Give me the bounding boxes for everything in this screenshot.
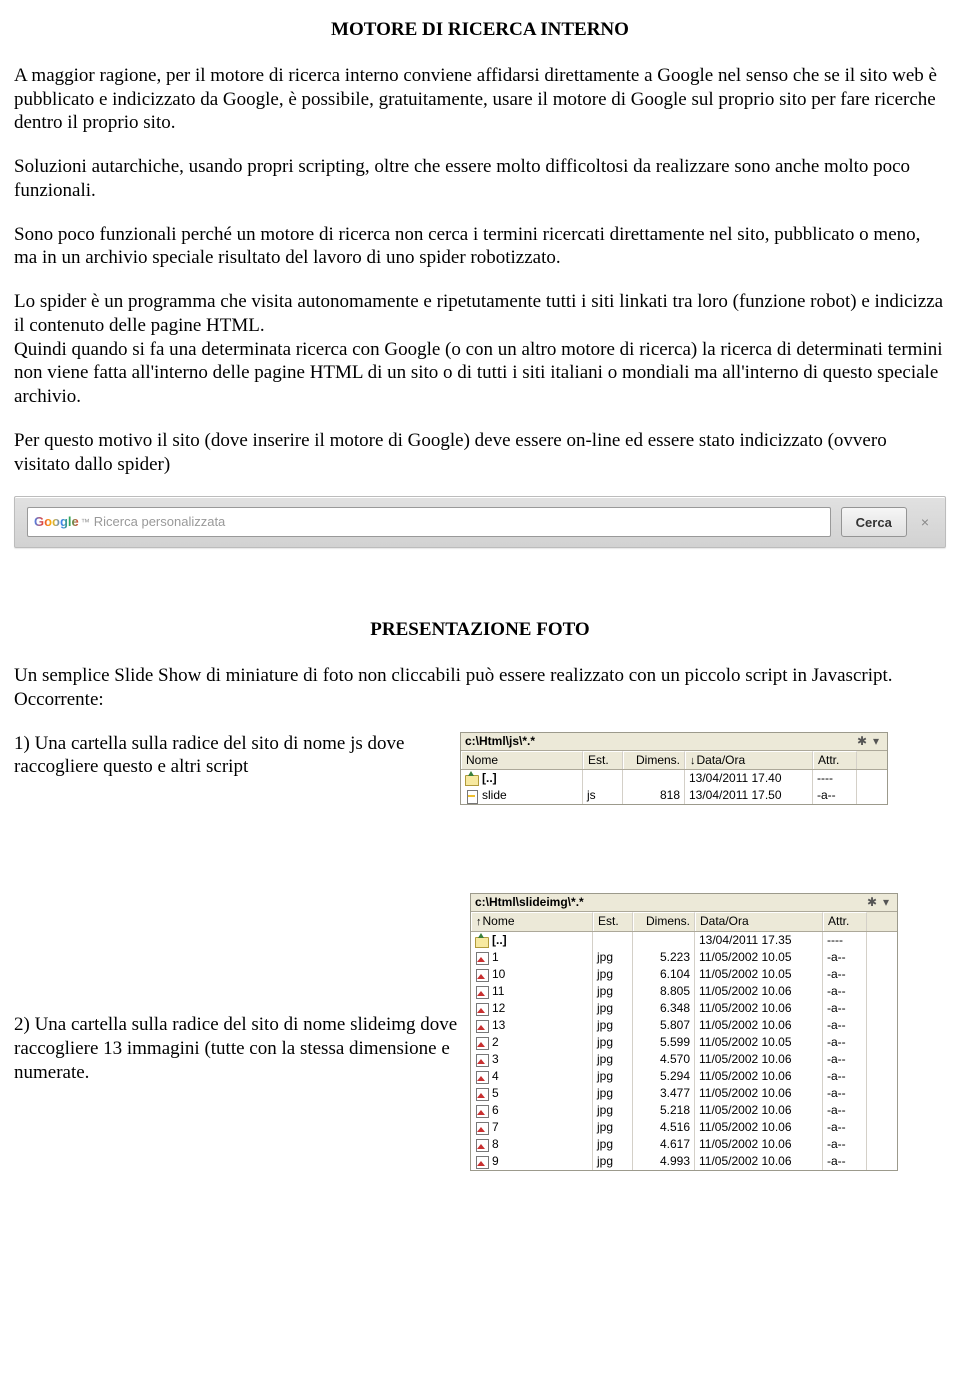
file-row[interactable]: 1jpg5.22311/05/2002 10.05-a-- bbox=[471, 949, 897, 966]
google-trademark: ™ bbox=[81, 517, 90, 528]
list-step-1: 1) Una cartella sulla radice del sito di… bbox=[14, 732, 460, 780]
dropdown-icon[interactable]: ▾ bbox=[879, 895, 893, 910]
google-search-bar: Google ™ Ricerca personalizzata Cerca × bbox=[14, 496, 946, 548]
file-row[interactable]: 8jpg4.61711/05/2002 10.06-a-- bbox=[471, 1136, 897, 1153]
file-icon bbox=[475, 1105, 490, 1117]
file-row[interactable]: 12jpg6.34811/05/2002 10.06-a-- bbox=[471, 1000, 897, 1017]
star-icon[interactable]: ✱ bbox=[865, 895, 879, 910]
col-header-date[interactable]: Data/Ora bbox=[685, 751, 813, 770]
file-row[interactable]: 9jpg4.99311/05/2002 10.06-a-- bbox=[471, 1153, 897, 1170]
file-icon bbox=[475, 1139, 490, 1151]
file-row[interactable]: 11jpg8.80511/05/2002 10.06-a-- bbox=[471, 983, 897, 1000]
file-icon bbox=[475, 1020, 490, 1032]
col-header-attr[interactable]: Attr. bbox=[823, 912, 867, 931]
file-icon bbox=[475, 1071, 490, 1083]
paragraph: Lo spider è un programma che visita auto… bbox=[14, 290, 946, 409]
file-icon bbox=[475, 1122, 490, 1134]
col-header-ext[interactable]: Est. bbox=[583, 751, 623, 770]
file-manager-body: [..]13/04/2011 17.40----slidejs81813/04/… bbox=[461, 770, 887, 804]
col-header-name[interactable]: Nome bbox=[461, 751, 583, 770]
file-manager-slideimg: c:\Html\slideimg\*.* ✱ ▾ Nome Est. Dimen… bbox=[470, 893, 898, 1171]
file-row[interactable]: 4jpg5.29411/05/2002 10.06-a-- bbox=[471, 1068, 897, 1085]
paragraph: A maggior ragione, per il motore di rice… bbox=[14, 64, 946, 135]
heading-motore: MOTORE DI RICERCA INTERNO bbox=[14, 18, 946, 42]
col-header-size[interactable]: Dimens. bbox=[633, 912, 695, 931]
close-icon[interactable]: × bbox=[917, 514, 933, 532]
file-icon bbox=[475, 1156, 490, 1168]
file-row[interactable]: 5jpg3.47711/05/2002 10.06-a-- bbox=[471, 1085, 897, 1102]
file-row[interactable]: 2jpg5.59911/05/2002 10.05-a-- bbox=[471, 1034, 897, 1051]
list-step-2: 2) Una cartella sulla radice del sito di… bbox=[14, 893, 470, 1084]
col-header-size[interactable]: Dimens. bbox=[623, 751, 685, 770]
file-row[interactable]: 6jpg5.21811/05/2002 10.06-a-- bbox=[471, 1102, 897, 1119]
search-placeholder: Ricerca personalizzata bbox=[94, 514, 226, 530]
file-row[interactable]: 3jpg4.57011/05/2002 10.06-a-- bbox=[471, 1051, 897, 1068]
paragraph: Soluzioni autarchiche, usando propri scr… bbox=[14, 155, 946, 203]
file-icon bbox=[475, 1054, 490, 1066]
file-row[interactable]: 13jpg5.80711/05/2002 10.06-a-- bbox=[471, 1017, 897, 1034]
search-input[interactable]: Google ™ Ricerca personalizzata bbox=[27, 507, 831, 537]
file-row[interactable]: [..]13/04/2011 17.40---- bbox=[461, 770, 887, 787]
dropdown-icon[interactable]: ▾ bbox=[869, 734, 883, 749]
file-icon bbox=[475, 969, 490, 981]
file-row[interactable]: 10jpg6.10411/05/2002 10.05-a-- bbox=[471, 966, 897, 983]
file-manager-js: c:\Html\js\*.* ✱ ▾ Nome Est. Dimens. Dat… bbox=[460, 732, 888, 806]
col-header-ext[interactable]: Est. bbox=[593, 912, 633, 931]
col-header-date[interactable]: Data/Ora bbox=[695, 912, 823, 931]
col-header-name[interactable]: Nome bbox=[471, 912, 593, 931]
file-manager-path: c:\Html\js\*.* bbox=[465, 734, 855, 749]
file-row[interactable]: [..]13/04/2011 17.35---- bbox=[471, 932, 897, 949]
file-icon bbox=[475, 986, 490, 998]
file-manager-header[interactable]: Nome Est. Dimens. Data/Ora Attr. bbox=[461, 751, 887, 771]
file-manager-path: c:\Html\slideimg\*.* bbox=[475, 895, 865, 910]
google-logo: Google bbox=[34, 514, 79, 530]
file-icon bbox=[475, 952, 490, 964]
file-row[interactable]: slidejs81813/04/2011 17.50-a-- bbox=[461, 787, 887, 804]
file-icon bbox=[475, 1088, 490, 1100]
file-manager-header[interactable]: Nome Est. Dimens. Data/Ora Attr. bbox=[471, 912, 897, 932]
paragraph: Un semplice Slide Show di miniature di f… bbox=[14, 664, 946, 712]
file-row[interactable]: 7jpg4.51611/05/2002 10.06-a-- bbox=[471, 1119, 897, 1136]
search-button[interactable]: Cerca bbox=[841, 507, 907, 537]
heading-presentazione: PRESENTAZIONE FOTO bbox=[14, 618, 946, 642]
col-header-attr[interactable]: Attr. bbox=[813, 751, 857, 770]
file-manager-body: [..]13/04/2011 17.35----1jpg5.22311/05/2… bbox=[471, 932, 897, 1170]
file-icon bbox=[465, 790, 480, 802]
paragraph: Sono poco funzionali perché un motore di… bbox=[14, 223, 946, 271]
file-icon bbox=[475, 1003, 490, 1015]
file-icon bbox=[475, 935, 490, 947]
star-icon[interactable]: ✱ bbox=[855, 734, 869, 749]
paragraph: Per questo motivo il sito (dove inserire… bbox=[14, 429, 946, 477]
file-icon bbox=[465, 773, 480, 785]
file-icon bbox=[475, 1037, 490, 1049]
